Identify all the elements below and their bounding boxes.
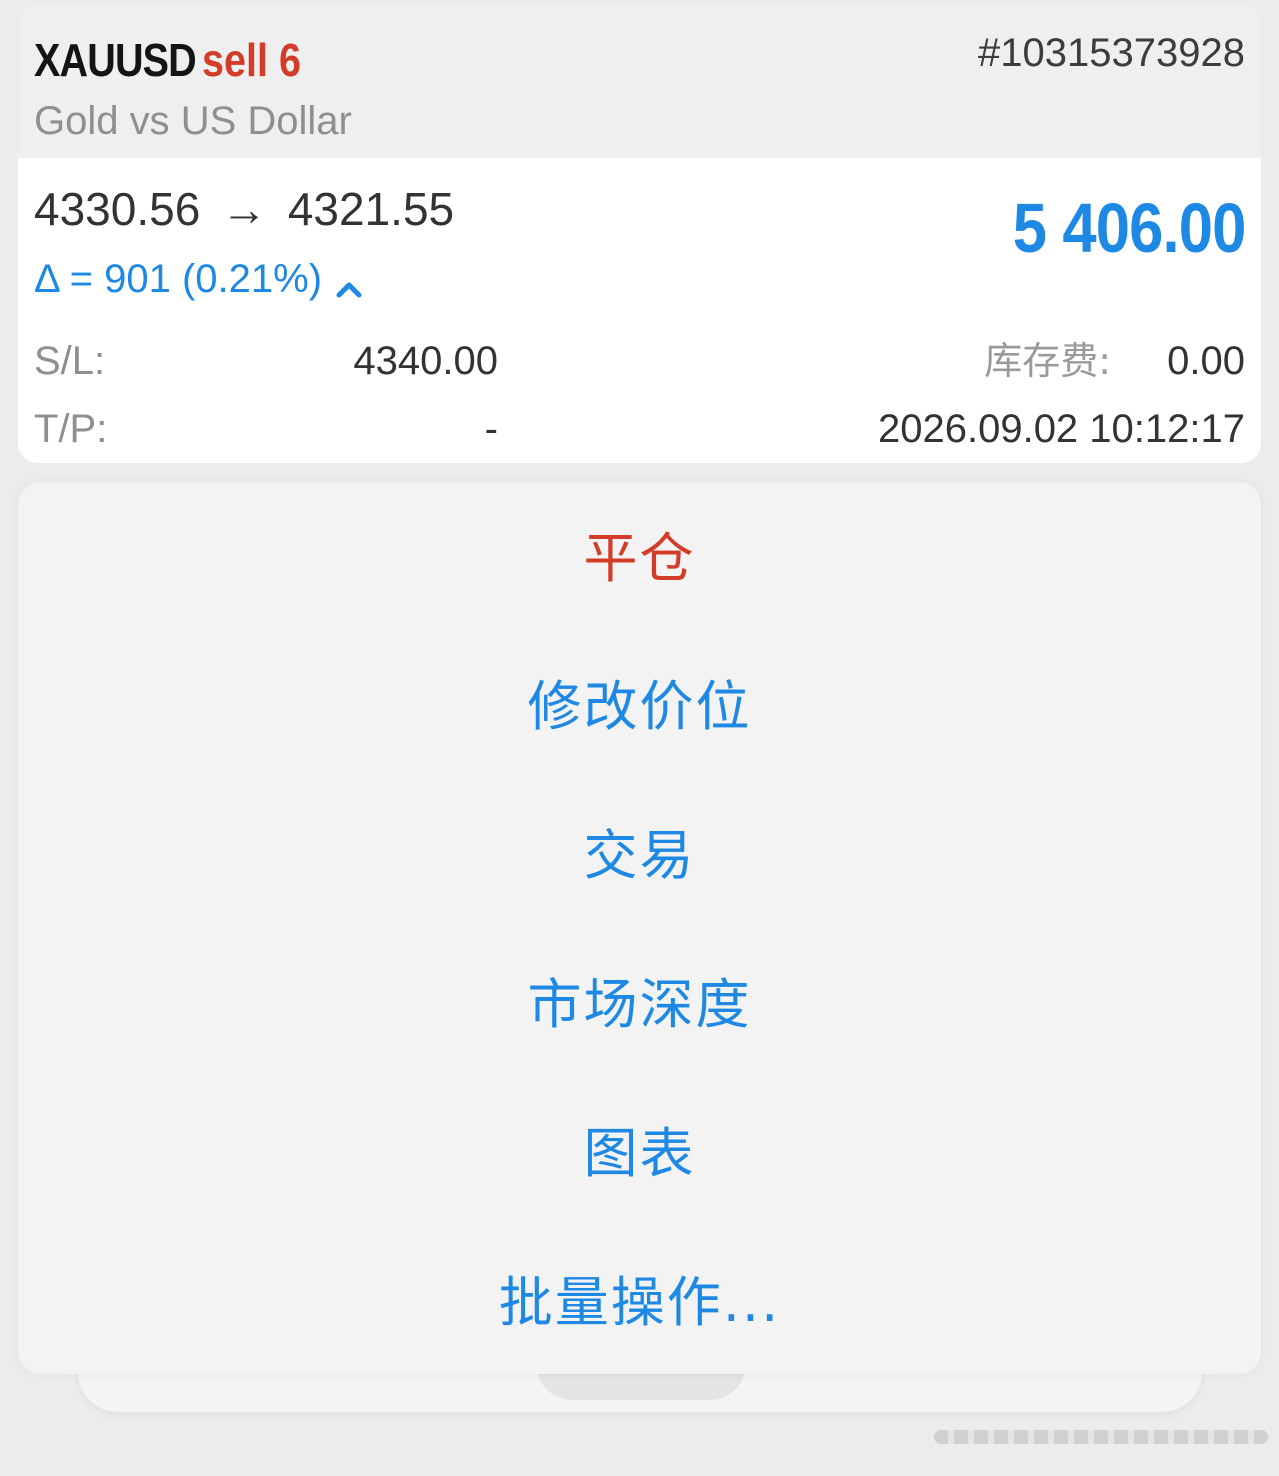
sl-value: 4340.00 bbox=[353, 339, 498, 383]
position-card: XAUUSD sell 6 #10315373928 Gold vs US Do… bbox=[18, 6, 1261, 463]
sl-label: S/L: bbox=[34, 339, 106, 383]
side-volume: sell 6 bbox=[202, 34, 301, 86]
action-sheet: 平仓 修改价位 交易 市场深度 图表 批量操作... bbox=[18, 482, 1261, 1374]
delta-text: Δ = 901 (0.21%) bbox=[34, 257, 323, 301]
current-price: 4321.55 bbox=[287, 183, 455, 235]
position-title: XAUUSD sell 6 bbox=[34, 32, 301, 88]
price-delta: Δ = 901 (0.21%) bbox=[34, 252, 364, 306]
tp-value: - bbox=[484, 407, 498, 451]
symbol-name: XAUUSD bbox=[34, 34, 197, 86]
arrow-icon: → bbox=[221, 183, 268, 235]
trade-button[interactable]: 交易 bbox=[18, 801, 1261, 911]
symbol-description: Gold vs US Dollar bbox=[34, 99, 352, 143]
open-price: 4330.56 bbox=[34, 183, 201, 235]
open-time: 2026.09.02 10:12:17 bbox=[877, 407, 1245, 451]
close-position-button[interactable]: 平仓 bbox=[18, 504, 1261, 614]
bulk-operations-button[interactable]: 批量操作... bbox=[18, 1248, 1261, 1358]
modify-levels-button[interactable]: 修改价位 bbox=[18, 652, 1261, 762]
price-line: 4330.56 → 4321.55 bbox=[34, 180, 454, 238]
ticket-number: #10315373928 bbox=[978, 31, 1245, 75]
chart-button[interactable]: 图表 bbox=[18, 1099, 1261, 1209]
home-indicator bbox=[934, 1430, 1268, 1444]
chevron-up-icon bbox=[334, 264, 364, 298]
tp-label: T/P: bbox=[34, 407, 108, 451]
market-depth-button[interactable]: 市场深度 bbox=[18, 950, 1261, 1060]
profit-value: 5 406.00 bbox=[1012, 189, 1246, 267]
swap-value: 0.00 bbox=[1167, 339, 1245, 383]
swap-label: 库存费: bbox=[984, 339, 1111, 383]
